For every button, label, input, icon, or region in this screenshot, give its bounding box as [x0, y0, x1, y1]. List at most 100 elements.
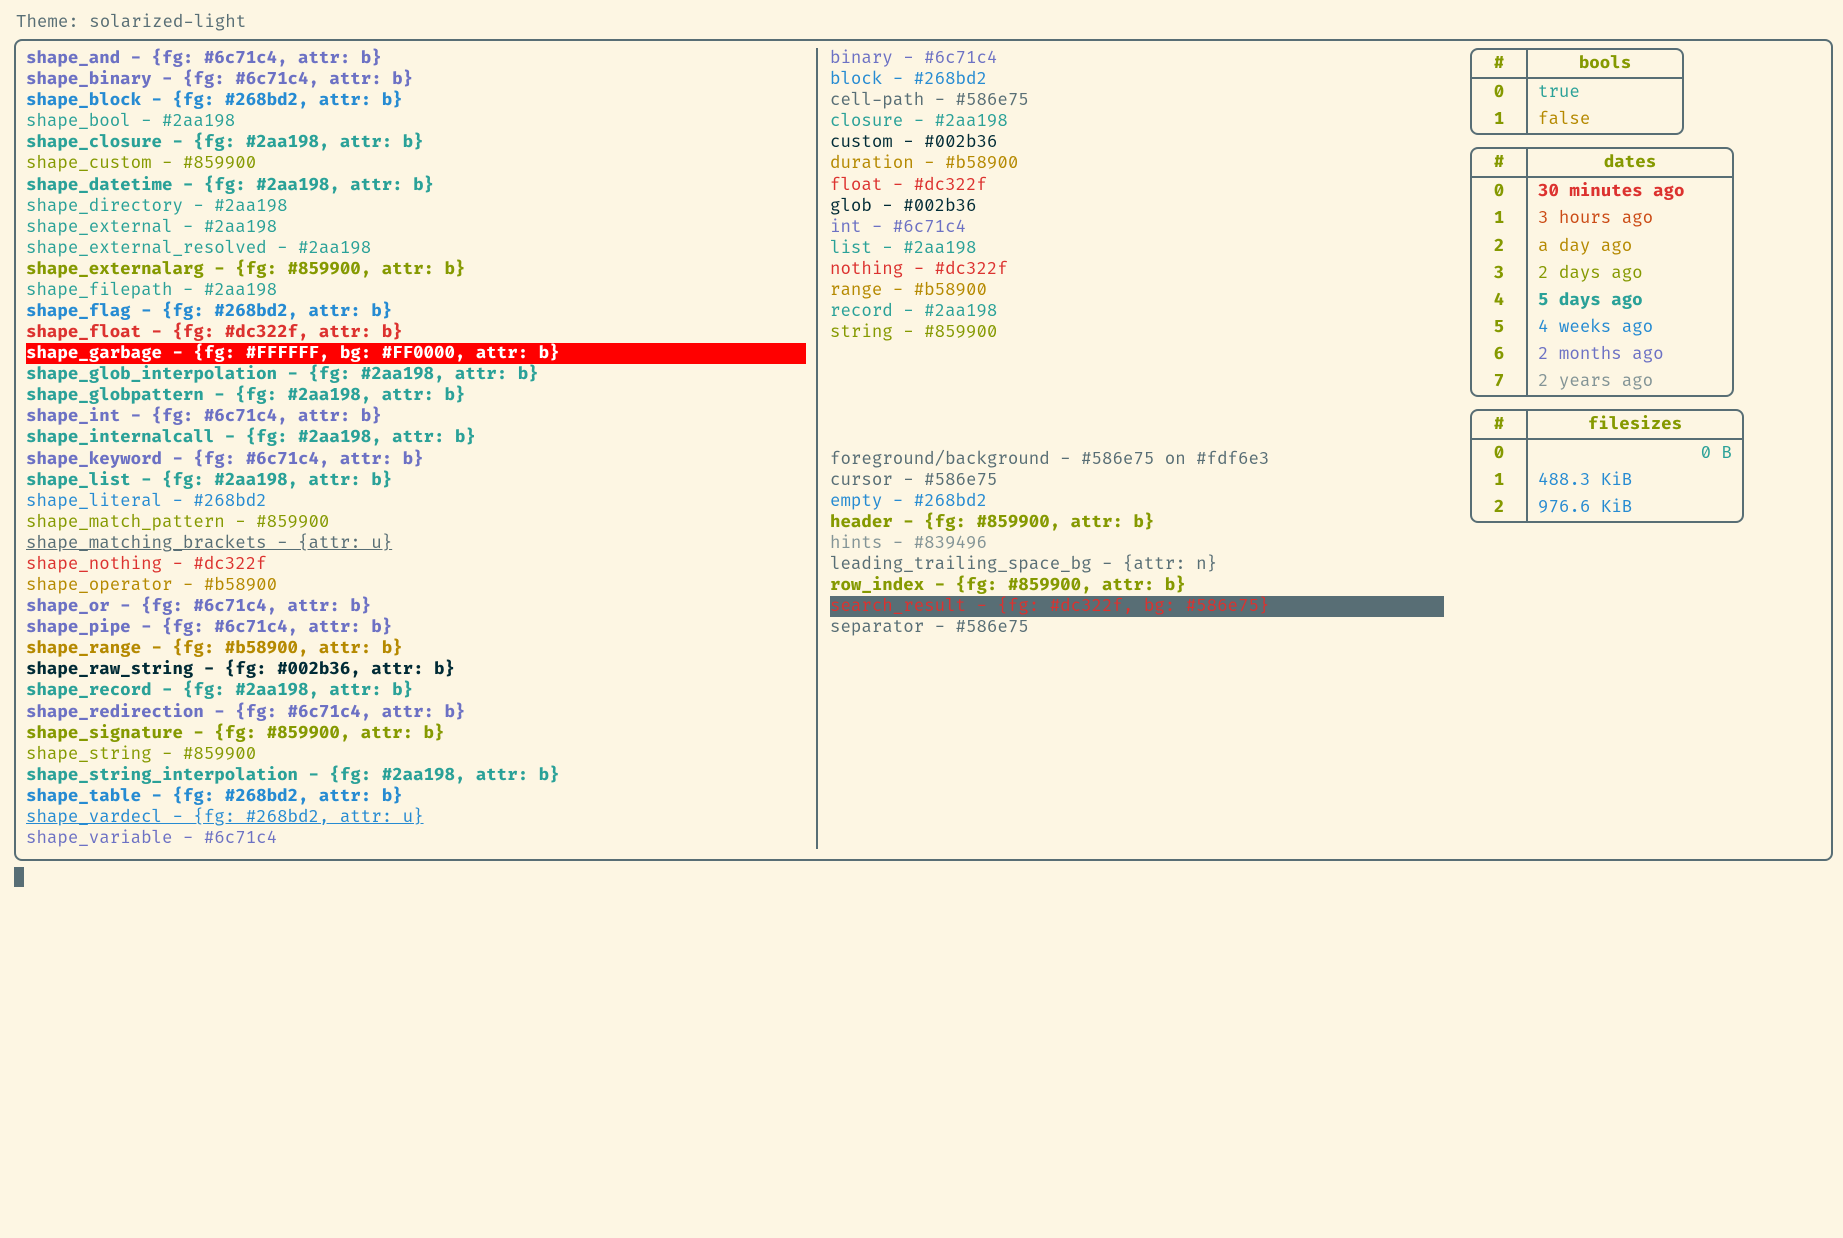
theme-name: solarized-light: [89, 12, 246, 33]
spacer: [830, 343, 1444, 448]
row-value: 976.6 KiB: [1528, 494, 1742, 521]
row-index: 5: [1472, 314, 1528, 341]
type-entry: string - #859900: [830, 322, 1444, 343]
row-value: 4 weeks ago: [1528, 314, 1732, 341]
type-entry: record - #2aa198: [830, 301, 1444, 322]
row-value: 0 B: [1528, 440, 1742, 467]
shape-entry: shape_block - {fg: #268bd2, attr: b}: [26, 90, 806, 111]
row-index: 1: [1472, 106, 1528, 133]
type-entry: closure - #2aa198: [830, 111, 1444, 132]
table-header: #filesizes: [1472, 411, 1742, 440]
shape-entry: shape_float - {fg: #dc322f, attr: b}: [26, 322, 806, 343]
row-index: 2: [1472, 494, 1528, 521]
misc-entry: hints - #839496: [830, 533, 1444, 554]
shape-entry: shape_externalarg - {fg: #859900, attr: …: [26, 259, 806, 280]
shape-entry: shape_vardecl - {fg: #268bd2, attr: u}: [26, 807, 806, 828]
shape-entry: shape_nothing - #dc322f: [26, 554, 806, 575]
table-row: 2976.6 KiB: [1472, 494, 1742, 521]
table-row: 72 years ago: [1472, 368, 1732, 395]
shapes-column: shape_and - {fg: #6c71c4, attr: b}shape_…: [26, 48, 816, 849]
shape-entry: shape_operator - #b58900: [26, 575, 806, 596]
type-entry: nothing - #dc322f: [830, 259, 1444, 280]
type-entry: cell-path - #586e75: [830, 90, 1444, 111]
shape-entry: shape_string_interpolation - {fg: #2aa19…: [26, 765, 806, 786]
misc-entry: foreground/background - #586e75 on #fdf6…: [830, 449, 1444, 470]
shape-entry: shape_literal - #268bd2: [26, 491, 806, 512]
shape-entry: shape_external - #2aa198: [26, 217, 806, 238]
row-value: 30 minutes ago: [1528, 178, 1732, 205]
shape-entry: shape_list - {fg: #2aa198, attr: b}: [26, 470, 806, 491]
type-entry: block - #268bd2: [830, 69, 1444, 90]
terminal-cursor: [14, 867, 24, 887]
table-row: 00 B: [1472, 440, 1742, 467]
row-index: 2: [1472, 233, 1528, 260]
table-val-header: bools: [1528, 50, 1682, 77]
table-header: #bools: [1472, 50, 1682, 79]
row-value: a day ago: [1528, 233, 1732, 260]
row-index: 0: [1472, 79, 1528, 106]
row-index: 0: [1472, 440, 1528, 467]
misc-list: foreground/background - #586e75 on #fdf6…: [830, 449, 1444, 639]
table-val-header: dates: [1528, 149, 1732, 176]
row-index: 1: [1472, 205, 1528, 232]
shape-entry: shape_datetime - {fg: #2aa198, attr: b}: [26, 175, 806, 196]
type-entry: glob - #002b36: [830, 196, 1444, 217]
row-index: 3: [1472, 260, 1528, 287]
table-header: #dates: [1472, 149, 1732, 178]
table-val-header: filesizes: [1528, 411, 1742, 438]
table-row: 45 days ago: [1472, 287, 1732, 314]
theme-preview-panel: shape_and - {fg: #6c71c4, attr: b}shape_…: [14, 39, 1833, 861]
table-idx-header: #: [1472, 411, 1528, 438]
row-value: 2 months ago: [1528, 341, 1732, 368]
row-value: 2 days ago: [1528, 260, 1732, 287]
shape-entry: shape_internalcall - {fg: #2aa198, attr:…: [26, 427, 806, 448]
shape-entry: shape_and - {fg: #6c71c4, attr: b}: [26, 48, 806, 69]
row-index: 7: [1472, 368, 1528, 395]
tables-column: #bools0true1false #dates030 minutes ago1…: [1456, 48, 1821, 849]
row-value: 2 years ago: [1528, 368, 1732, 395]
shape-entry: shape_or - {fg: #6c71c4, attr: b}: [26, 596, 806, 617]
shape-entry: shape_matching_brackets - {attr: u}: [26, 533, 806, 554]
type-entry: custom - #002b36: [830, 132, 1444, 153]
shape-entry: shape_flag - {fg: #268bd2, attr: b}: [26, 301, 806, 322]
shape-entry: shape_int - {fg: #6c71c4, attr: b}: [26, 406, 806, 427]
theme-label: Theme:: [16, 12, 89, 33]
type-entry: list - #2aa198: [830, 238, 1444, 259]
shape-entry: shape_redirection - {fg: #6c71c4, attr: …: [26, 702, 806, 723]
type-entry: binary - #6c71c4: [830, 48, 1444, 69]
shape-entry: shape_binary - {fg: #6c71c4, attr: b}: [26, 69, 806, 90]
table-row: 32 days ago: [1472, 260, 1732, 287]
row-value: false: [1528, 106, 1682, 133]
shape-entry: shape_garbage - {fg: #FFFFFF, bg: #FF000…: [26, 343, 806, 364]
misc-entry: search_result - {fg: #dc322f, bg: #586e7…: [830, 596, 1444, 617]
dates-table: #dates030 minutes ago13 hours ago2a day …: [1470, 147, 1734, 397]
row-index: 4: [1472, 287, 1528, 314]
row-value: 488.3 KiB: [1528, 467, 1742, 494]
shape-entry: shape_record - {fg: #2aa198, attr: b}: [26, 680, 806, 701]
table-row: 13 hours ago: [1472, 205, 1732, 232]
table-row: 1false: [1472, 106, 1682, 133]
shape-entry: shape_globpattern - {fg: #2aa198, attr: …: [26, 385, 806, 406]
misc-entry: row_index - {fg: #859900, attr: b}: [830, 575, 1444, 596]
shape-entry: shape_match_pattern - #859900: [26, 512, 806, 533]
row-value: true: [1528, 79, 1682, 106]
row-value: 5 days ago: [1528, 287, 1732, 314]
type-entry: float - #dc322f: [830, 175, 1444, 196]
shape-entry: shape_keyword - {fg: #6c71c4, attr: b}: [26, 449, 806, 470]
shape-entry: shape_string - #859900: [26, 744, 806, 765]
type-entry: range - #b58900: [830, 280, 1444, 301]
shape-entry: shape_raw_string - {fg: #002b36, attr: b…: [26, 659, 806, 680]
type-entry: int - #6c71c4: [830, 217, 1444, 238]
type-entry: duration - #b58900: [830, 153, 1444, 174]
row-value: 3 hours ago: [1528, 205, 1732, 232]
bools-table: #bools0true1false: [1470, 48, 1684, 135]
shape-entry: shape_external_resolved - #2aa198: [26, 238, 806, 259]
shape-entry: shape_variable - #6c71c4: [26, 828, 806, 849]
misc-entry: leading_trailing_space_bg - {attr: n}: [830, 554, 1444, 575]
shape-entry: shape_closure - {fg: #2aa198, attr: b}: [26, 132, 806, 153]
shape-entry: shape_custom - #859900: [26, 153, 806, 174]
theme-header: Theme: solarized-light: [16, 12, 1833, 33]
row-index: 1: [1472, 467, 1528, 494]
row-index: 6: [1472, 341, 1528, 368]
types-list: binary - #6c71c4block - #268bd2cell-path…: [830, 48, 1444, 343]
